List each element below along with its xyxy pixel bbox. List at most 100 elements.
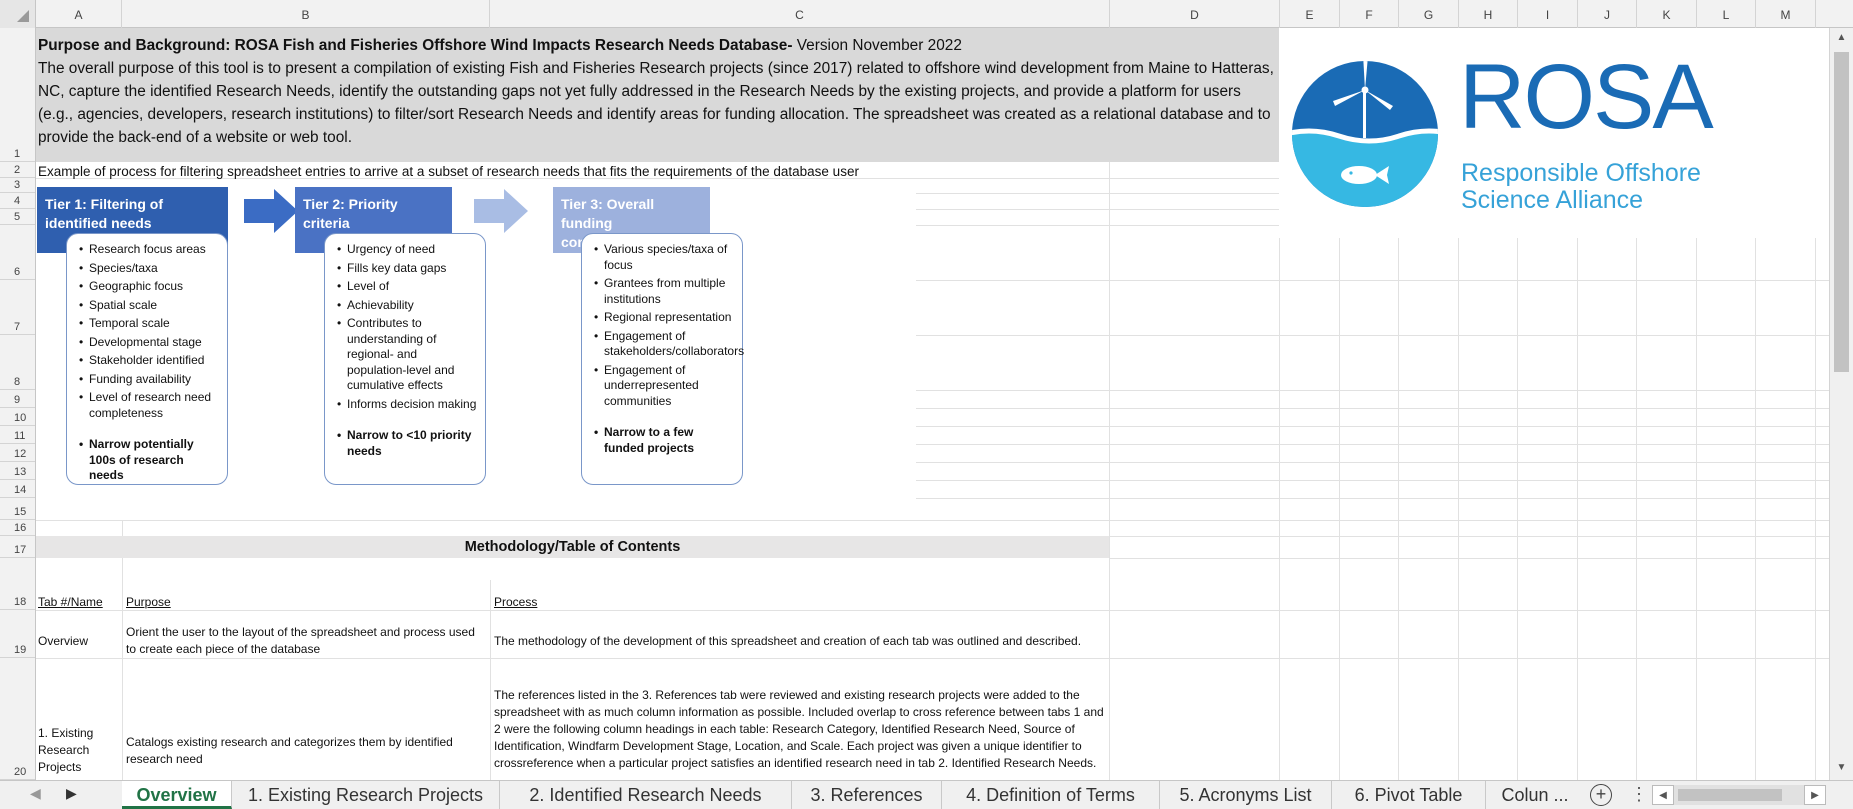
- methodology-row-purpose[interactable]: Catalogs existing research and categoriz…: [126, 734, 488, 768]
- row-header[interactable]: 1: [0, 28, 35, 162]
- column-header-k[interactable]: K: [1637, 0, 1697, 28]
- gridline: [1279, 238, 1280, 780]
- tab-pivot-table[interactable]: 6. Pivot Table: [1332, 781, 1486, 809]
- scroll-up-icon[interactable]: ▲: [1830, 28, 1853, 48]
- column-header-a[interactable]: A: [36, 0, 122, 28]
- tier-arrow-1-icon: [244, 189, 298, 233]
- gridline: [916, 462, 1829, 463]
- vertical-scroll-thumb[interactable]: [1834, 52, 1849, 372]
- gridline: [36, 658, 1829, 659]
- tier1-item: Stakeholder identified: [79, 353, 221, 369]
- methodology-row-process[interactable]: The references listed in the 3. Referenc…: [494, 687, 1106, 772]
- methodology-row-name[interactable]: Overview: [38, 633, 120, 650]
- column-header-b[interactable]: B: [122, 0, 490, 28]
- column-header-g[interactable]: G: [1399, 0, 1459, 28]
- methodology-row-purpose[interactable]: Orient the user to the layout of the spr…: [126, 624, 488, 658]
- tier1-item: Temporal scale: [79, 316, 221, 332]
- column-header-l[interactable]: L: [1697, 0, 1756, 28]
- methodology-title[interactable]: Methodology/Table of Contents: [36, 536, 1109, 558]
- gridline: [916, 444, 1829, 445]
- tier1-box: Research focus areas Species/taxa Geogra…: [66, 233, 228, 485]
- horizontal-scroll-thumb[interactable]: [1678, 789, 1782, 801]
- tier3-item: Regional representation: [594, 310, 736, 326]
- gridline: [1815, 238, 1816, 780]
- methodology-header-name[interactable]: Tab #/Name: [38, 594, 103, 611]
- purpose-title: Purpose and Background: ROSA Fish and Fi…: [38, 37, 793, 54]
- row-header[interactable]: 16: [0, 520, 35, 536]
- tab-identified-research-needs[interactable]: 2. Identified Research Needs: [500, 781, 792, 809]
- select-all-corner[interactable]: [0, 0, 36, 28]
- gridline: [916, 498, 1829, 499]
- row-header[interactable]: 2: [0, 162, 35, 178]
- row-header[interactable]: 8: [0, 335, 35, 390]
- row-header[interactable]: 18: [0, 558, 35, 610]
- methodology-row-name[interactable]: 1. Existing Research Projects: [38, 725, 120, 776]
- column-header-i[interactable]: I: [1518, 0, 1578, 28]
- add-sheet-icon[interactable]: +: [1590, 784, 1612, 806]
- tier3-box: Various species/taxa of focus Grantees f…: [581, 233, 744, 485]
- tier1-item: Geographic focus: [79, 279, 221, 295]
- vertical-scrollbar[interactable]: ▲ ▼: [1829, 28, 1853, 780]
- gridline: [1458, 238, 1459, 780]
- tier3-item: Engagement of stakeholders/collaborators: [594, 329, 744, 360]
- row-header[interactable]: 4: [0, 193, 35, 209]
- row-header[interactable]: 14: [0, 480, 35, 498]
- row-header[interactable]: 9: [0, 390, 35, 408]
- row-header[interactable]: 13: [0, 462, 35, 480]
- row-header[interactable]: 11: [0, 426, 35, 444]
- hscroll-right-icon[interactable]: ▶: [1804, 785, 1826, 805]
- methodology-header-process[interactable]: Process: [494, 594, 537, 611]
- tier2-item: Fills key data gaps: [337, 261, 479, 277]
- worksheet-grid[interactable]: Purpose and Background: ROSA Fish and Fi…: [36, 28, 1829, 780]
- row-header[interactable]: 6: [0, 225, 35, 280]
- row-header[interactable]: 10: [0, 408, 35, 426]
- column-header-h[interactable]: H: [1459, 0, 1518, 28]
- tab-definition-of-terms[interactable]: 4. Definition of Terms: [942, 781, 1160, 809]
- row-header[interactable]: 17: [0, 536, 35, 558]
- methodology-header-purpose[interactable]: Purpose: [126, 594, 171, 611]
- more-options-icon[interactable]: ⋮: [1630, 784, 1648, 805]
- tab-columns-truncated[interactable]: Colun ...: [1486, 781, 1584, 809]
- tier1-item: Spatial scale: [79, 298, 221, 314]
- tier2-item: Urgency of need: [337, 242, 479, 258]
- column-header-m[interactable]: M: [1756, 0, 1816, 28]
- row2-example-text: Example of process for filtering spreads…: [38, 164, 859, 179]
- row-header[interactable]: 7: [0, 280, 35, 335]
- purpose-text: Purpose and Background: ROSA Fish and Fi…: [38, 34, 1274, 149]
- row-header[interactable]: 20: [0, 658, 35, 780]
- tab-scroll-right-icon[interactable]: ▶: [66, 785, 77, 802]
- select-all-triangle-icon: [17, 10, 29, 22]
- purpose-version: Version November 2022: [792, 37, 962, 54]
- gridline: [490, 580, 491, 780]
- gridline: [122, 520, 123, 780]
- column-header-j[interactable]: J: [1578, 0, 1637, 28]
- tab-references[interactable]: 3. References: [792, 781, 942, 809]
- tier2-item: Achievability: [337, 298, 479, 314]
- gridline: [36, 610, 1829, 611]
- row-header[interactable]: 12: [0, 444, 35, 462]
- row-header-bar: 1 2 3 4 5 6 7 8 9 10 11 12 13 14 15 16 1…: [0, 28, 36, 780]
- rosa-logo[interactable]: ROSA Responsible Offshore Science Allian…: [1279, 28, 1829, 238]
- column-header-d[interactable]: D: [1110, 0, 1280, 28]
- purpose-body: The overall purpose of this tool is to p…: [38, 60, 1274, 146]
- row-header[interactable]: 5: [0, 209, 35, 225]
- tab-overview[interactable]: Overview: [122, 781, 232, 809]
- row-header[interactable]: 19: [0, 610, 35, 658]
- row-header[interactable]: 15: [0, 498, 35, 520]
- column-header-f[interactable]: F: [1340, 0, 1399, 28]
- hscroll-left-icon[interactable]: ◀: [1652, 785, 1674, 805]
- gridline: [916, 335, 1829, 336]
- horizontal-scrollbar[interactable]: [1674, 785, 1804, 805]
- row-header[interactable]: 3: [0, 178, 35, 193]
- gridline: [1636, 238, 1637, 780]
- gridline: [1109, 162, 1110, 780]
- tab-scroll-left-icon[interactable]: ◀: [30, 785, 41, 802]
- methodology-row-process[interactable]: The methodology of the development of th…: [494, 633, 1106, 650]
- gridline: [1755, 238, 1756, 780]
- column-header-c[interactable]: C: [490, 0, 1110, 28]
- column-header-e[interactable]: E: [1280, 0, 1340, 28]
- tab-existing-research-projects[interactable]: 1. Existing Research Projects: [232, 781, 500, 809]
- tab-acronyms-list[interactable]: 5. Acronyms List: [1160, 781, 1332, 809]
- tier-arrow-2-icon: [474, 189, 528, 233]
- scroll-down-icon[interactable]: ▼: [1830, 758, 1853, 778]
